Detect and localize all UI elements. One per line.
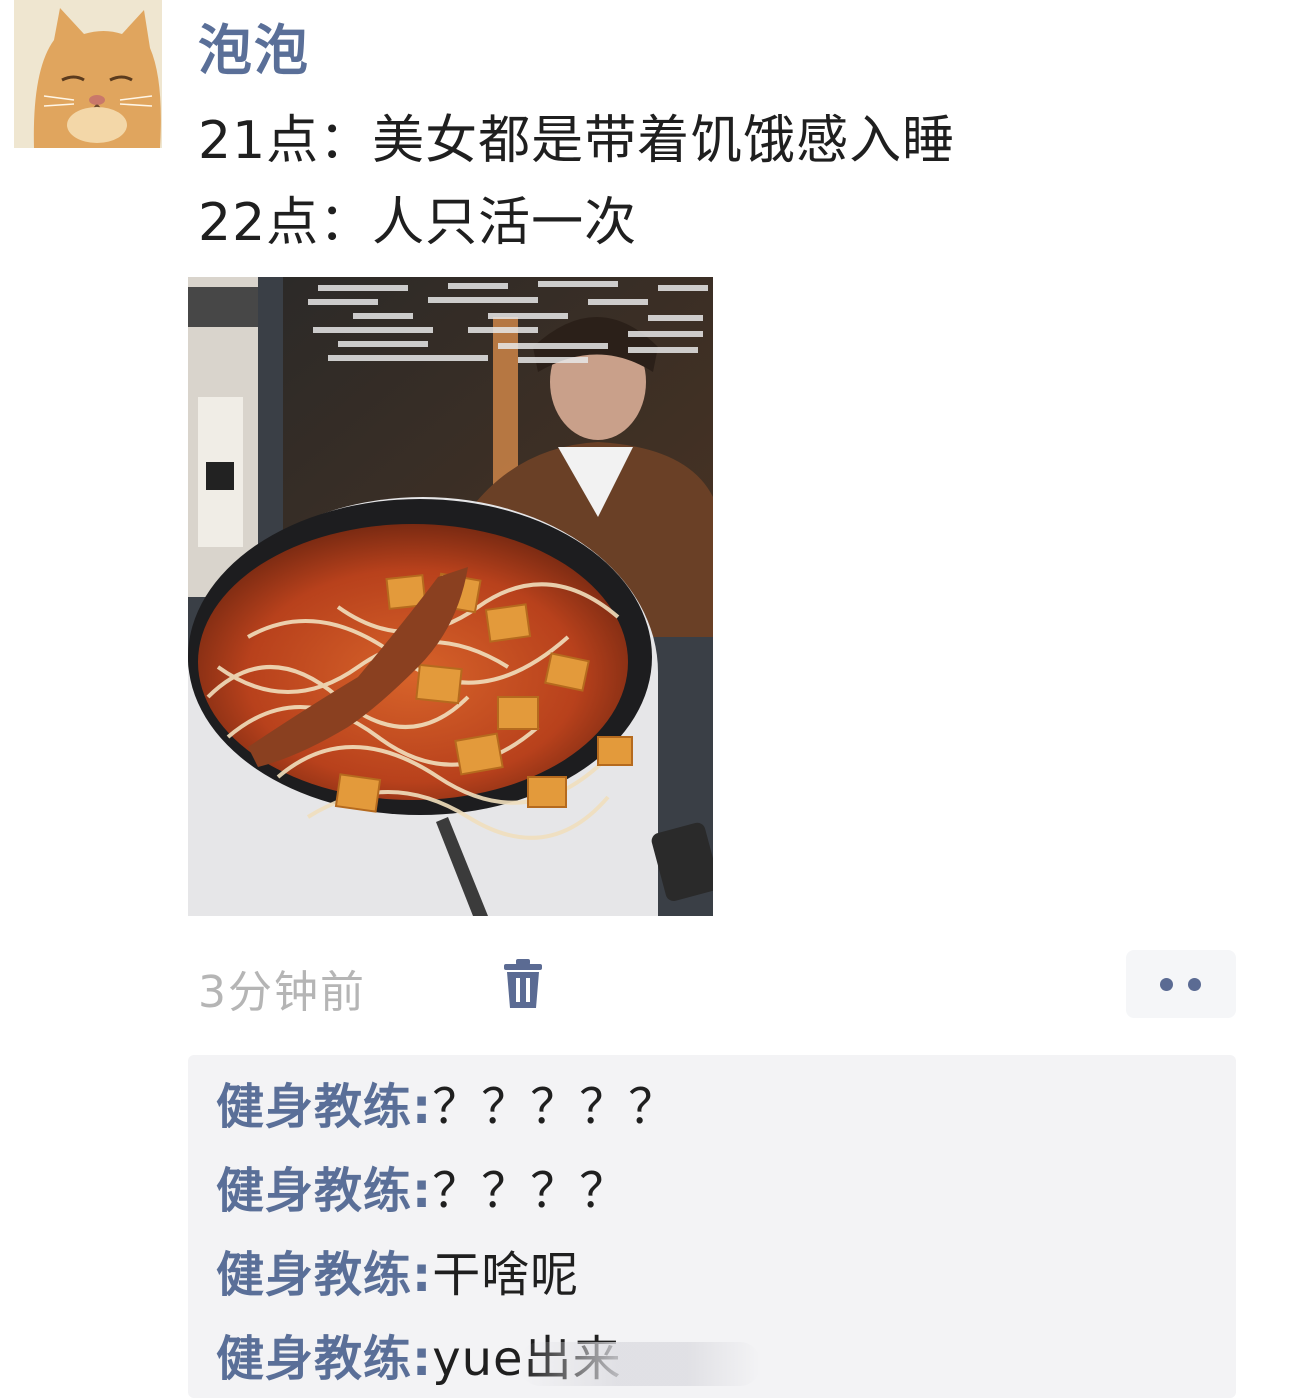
comment-colon: : (412, 1079, 433, 1135)
comment-colon: : (412, 1163, 433, 1219)
comment-item[interactable]: 健身教练:？？？？？ (216, 1067, 677, 1137)
comment-item[interactable]: 健身教练:干啥呢 (216, 1235, 579, 1305)
post-author-name[interactable]: 泡泡 (198, 6, 310, 85)
comment-author[interactable]: 健身教练 (216, 1079, 412, 1135)
watermark-overlay (520, 1342, 760, 1386)
comment-author[interactable]: 健身教练 (216, 1163, 412, 1219)
post-timestamp: 3分钟前 (198, 967, 366, 1018)
more-dots-icon (1160, 978, 1173, 991)
post-text-line-1: 21点：美女都是带着饥饿感入睡 (198, 111, 956, 171)
noodle-pot-photo (188, 277, 713, 916)
avatar[interactable] (14, 0, 162, 148)
more-options-button[interactable] (1126, 950, 1236, 1018)
more-dots-icon (1188, 978, 1201, 991)
comment-author[interactable]: 健身教练 (216, 1247, 412, 1303)
post-text-line-2: 22点：人只活一次 (198, 193, 638, 253)
comment-colon: : (412, 1331, 433, 1387)
trash-icon (504, 959, 542, 1008)
comment-colon: : (412, 1247, 433, 1303)
comment-text: 干啥呢 (432, 1247, 580, 1303)
comment-author[interactable]: 健身教练 (216, 1331, 412, 1387)
comment-text: ？？？？ (432, 1163, 629, 1219)
cat-avatar-icon (14, 0, 162, 148)
delete-button[interactable] (500, 958, 546, 1010)
comment-text: ？？？？？ (432, 1079, 678, 1135)
post-photo[interactable] (188, 277, 713, 916)
comment-item[interactable]: 健身教练:？？？？ (216, 1151, 628, 1221)
